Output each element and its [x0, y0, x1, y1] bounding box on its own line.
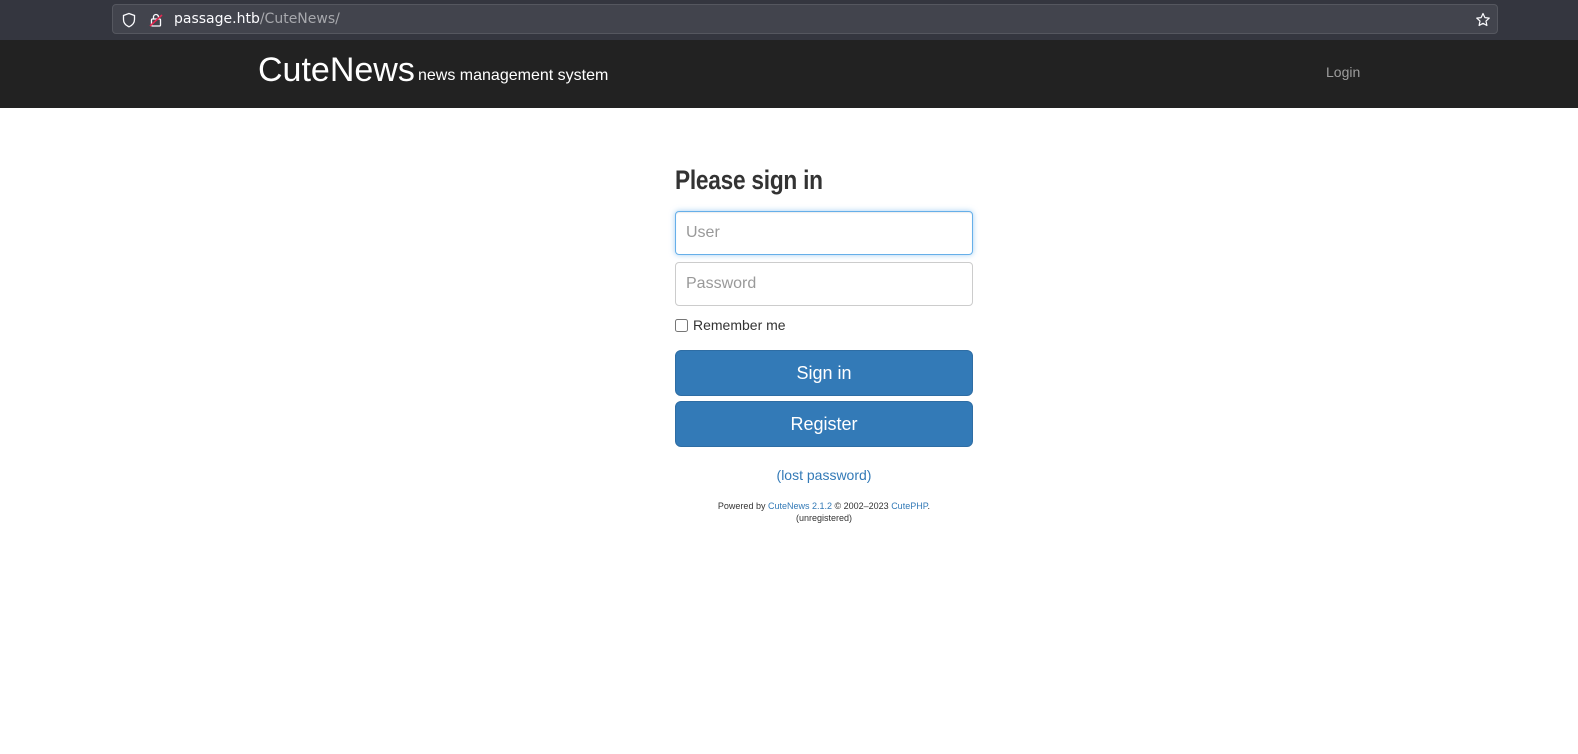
username-input[interactable]: [675, 211, 973, 255]
copyright-text: © 2002–2023: [832, 501, 892, 511]
address-bar[interactable]: passage.htb/CuteNews/: [112, 4, 1498, 34]
page-title: Please sign in: [675, 165, 823, 195]
url-host: passage.htb: [174, 11, 260, 27]
remember-me-label: Remember me: [693, 317, 786, 333]
url-text[interactable]: passage.htb/CuteNews/: [174, 11, 340, 27]
brand-tagline: news management system: [418, 67, 609, 84]
footer-period: .: [927, 501, 931, 511]
lost-password-link[interactable]: (lost password): [675, 465, 973, 485]
password-input[interactable]: [675, 262, 973, 306]
cutenews-version-link[interactable]: CuteNews 2.1.2: [768, 501, 832, 511]
powered-prefix: Powered by: [717, 501, 768, 511]
cutephp-link[interactable]: CutePHP: [891, 501, 927, 511]
registration-status: (unregistered): [795, 513, 853, 523]
sign-in-button[interactable]: Sign in: [675, 350, 973, 396]
powered-by-line: Powered by CuteNews 2.1.2 © 2002–2023 Cu…: [624, 500, 1024, 512]
lock-icon[interactable]: [148, 12, 164, 28]
remember-me-checkbox[interactable]: [675, 318, 688, 332]
shield-icon[interactable]: [121, 12, 137, 28]
star-icon[interactable]: [1475, 12, 1491, 28]
browser-toolbar: passage.htb/CuteNews/: [0, 0, 1578, 40]
brand-logo[interactable]: CuteNews: [258, 50, 415, 90]
powered-by-footer: Powered by CuteNews 2.1.2 © 2002–2023 Cu…: [624, 500, 1024, 524]
nav-login-link[interactable]: Login: [1326, 62, 1360, 82]
url-path: /CuteNews/: [259, 11, 340, 27]
remember-me[interactable]: Remember me: [675, 316, 786, 334]
register-button[interactable]: Register: [675, 401, 973, 447]
